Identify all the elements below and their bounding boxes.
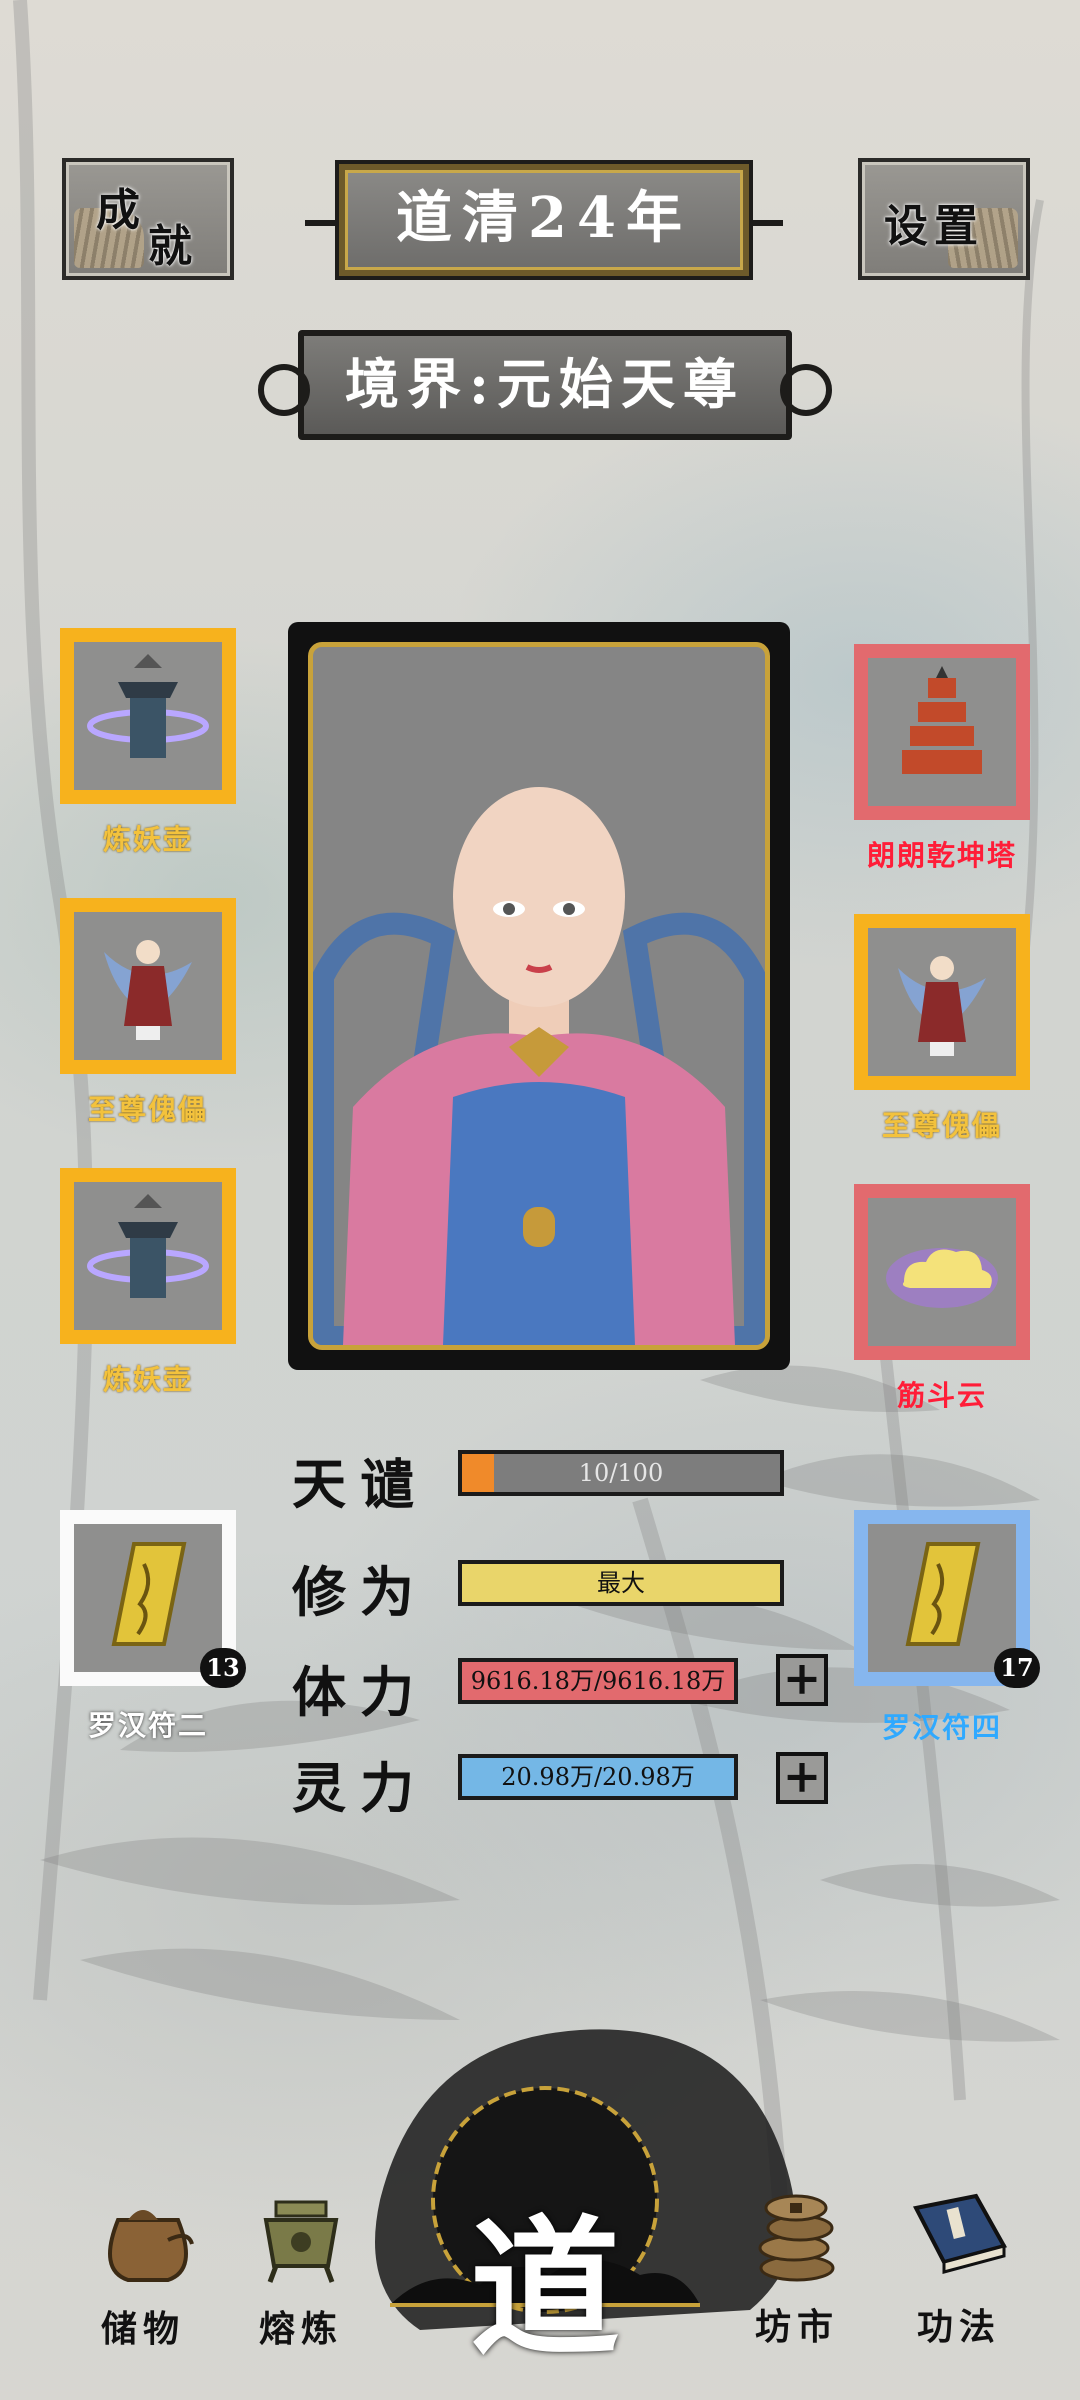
slot-label-right-3: 筋斗云 — [896, 1379, 987, 1412]
coins-icon — [758, 2194, 835, 2282]
nav-market[interactable]: 坊市 — [722, 2178, 872, 2350]
tianqian-bar-fill — [462, 1454, 494, 1492]
talisman-icon — [905, 1542, 981, 1646]
year-banner: 道清24年 — [305, 160, 783, 280]
equip-slot-left-2[interactable] — [60, 898, 236, 1074]
stat-label-xiuwei: 修为 — [292, 1560, 428, 1624]
achievements-label-1: 成 — [96, 185, 140, 236]
equip-slot-left-1[interactable] — [60, 628, 236, 804]
lingli-plus-button[interactable]: + — [776, 1752, 828, 1804]
slot-label-left-2: 至尊傀儡 — [87, 1093, 208, 1126]
character-illustration — [313, 787, 765, 1345]
tili-plus-button[interactable]: + — [776, 1654, 828, 1706]
tianqian-bar: 10/100 — [458, 1450, 784, 1496]
slot-label-left-1: 炼妖壶 — [102, 823, 193, 856]
nav-storage[interactable]: 储物 — [68, 2180, 218, 2352]
puppet-icon — [898, 956, 986, 1056]
talisman-count-left: 13 — [200, 1648, 246, 1688]
settings-label: 设置 — [884, 201, 984, 252]
nav-smelt[interactable]: 熔炼 — [226, 2180, 376, 2352]
slot-label-left-3: 炼妖壶 — [102, 1363, 193, 1396]
achievements-button[interactable]: 成 就 — [62, 158, 234, 280]
talisman-label-right: 罗汉符四 — [881, 1711, 1002, 1744]
dao-button[interactable]: 道 — [470, 2168, 620, 2385]
stat-label-tili: 体力 — [292, 1660, 428, 1724]
slot-label-right-1: 朗朗乾坤塔 — [866, 839, 1017, 872]
nav-storage-label: 储物 — [100, 2308, 185, 2350]
talisman-count-right: 17 — [994, 1648, 1040, 1688]
slot-label-right-2: 至尊傀儡 — [881, 1109, 1002, 1142]
pagoda-icon — [902, 666, 982, 774]
equip-slot-left-3[interactable] — [60, 1168, 236, 1344]
talisman-icon — [111, 1542, 187, 1646]
tianqian-value: 10/100 — [578, 1459, 664, 1487]
equip-slot-right-3[interactable] — [854, 1184, 1030, 1360]
nav-skills[interactable]: 功法 — [884, 2178, 1034, 2350]
nav-market-label: 坊市 — [754, 2306, 839, 2348]
pot-icon — [87, 654, 209, 758]
realm-banner: 境界:元始天尊 — [258, 330, 832, 440]
xiuwei-bar: 最大 — [458, 1560, 784, 1606]
book-icon — [913, 2193, 1008, 2274]
character-portrait[interactable] — [308, 642, 770, 1350]
achievements-label-2: 就 — [148, 221, 192, 272]
lingli-bar: 20.98万/20.98万 — [458, 1754, 738, 1800]
talisman-label-left: 罗汉符二 — [87, 1709, 208, 1742]
cauldron-icon — [263, 2200, 339, 2283]
equip-slot-right-1[interactable] — [854, 644, 1030, 820]
pot-icon — [87, 1194, 209, 1298]
nav-skills-label: 功法 — [916, 2306, 1001, 2348]
character-portrait-frame — [288, 622, 790, 1370]
nav-smelt-label: 熔炼 — [258, 2308, 343, 2350]
tili-bar: 9616.18万/9616.18万 — [458, 1658, 738, 1704]
stat-label-tianqian: 天谴 — [292, 1452, 428, 1516]
settings-button[interactable]: 设置 — [858, 158, 1030, 280]
puppet-icon — [104, 940, 192, 1040]
cloud-icon — [886, 1248, 998, 1308]
equip-slot-right-2[interactable] — [854, 914, 1030, 1090]
bag-icon — [108, 2210, 194, 2282]
stat-label-lingli: 灵力 — [292, 1756, 428, 1820]
